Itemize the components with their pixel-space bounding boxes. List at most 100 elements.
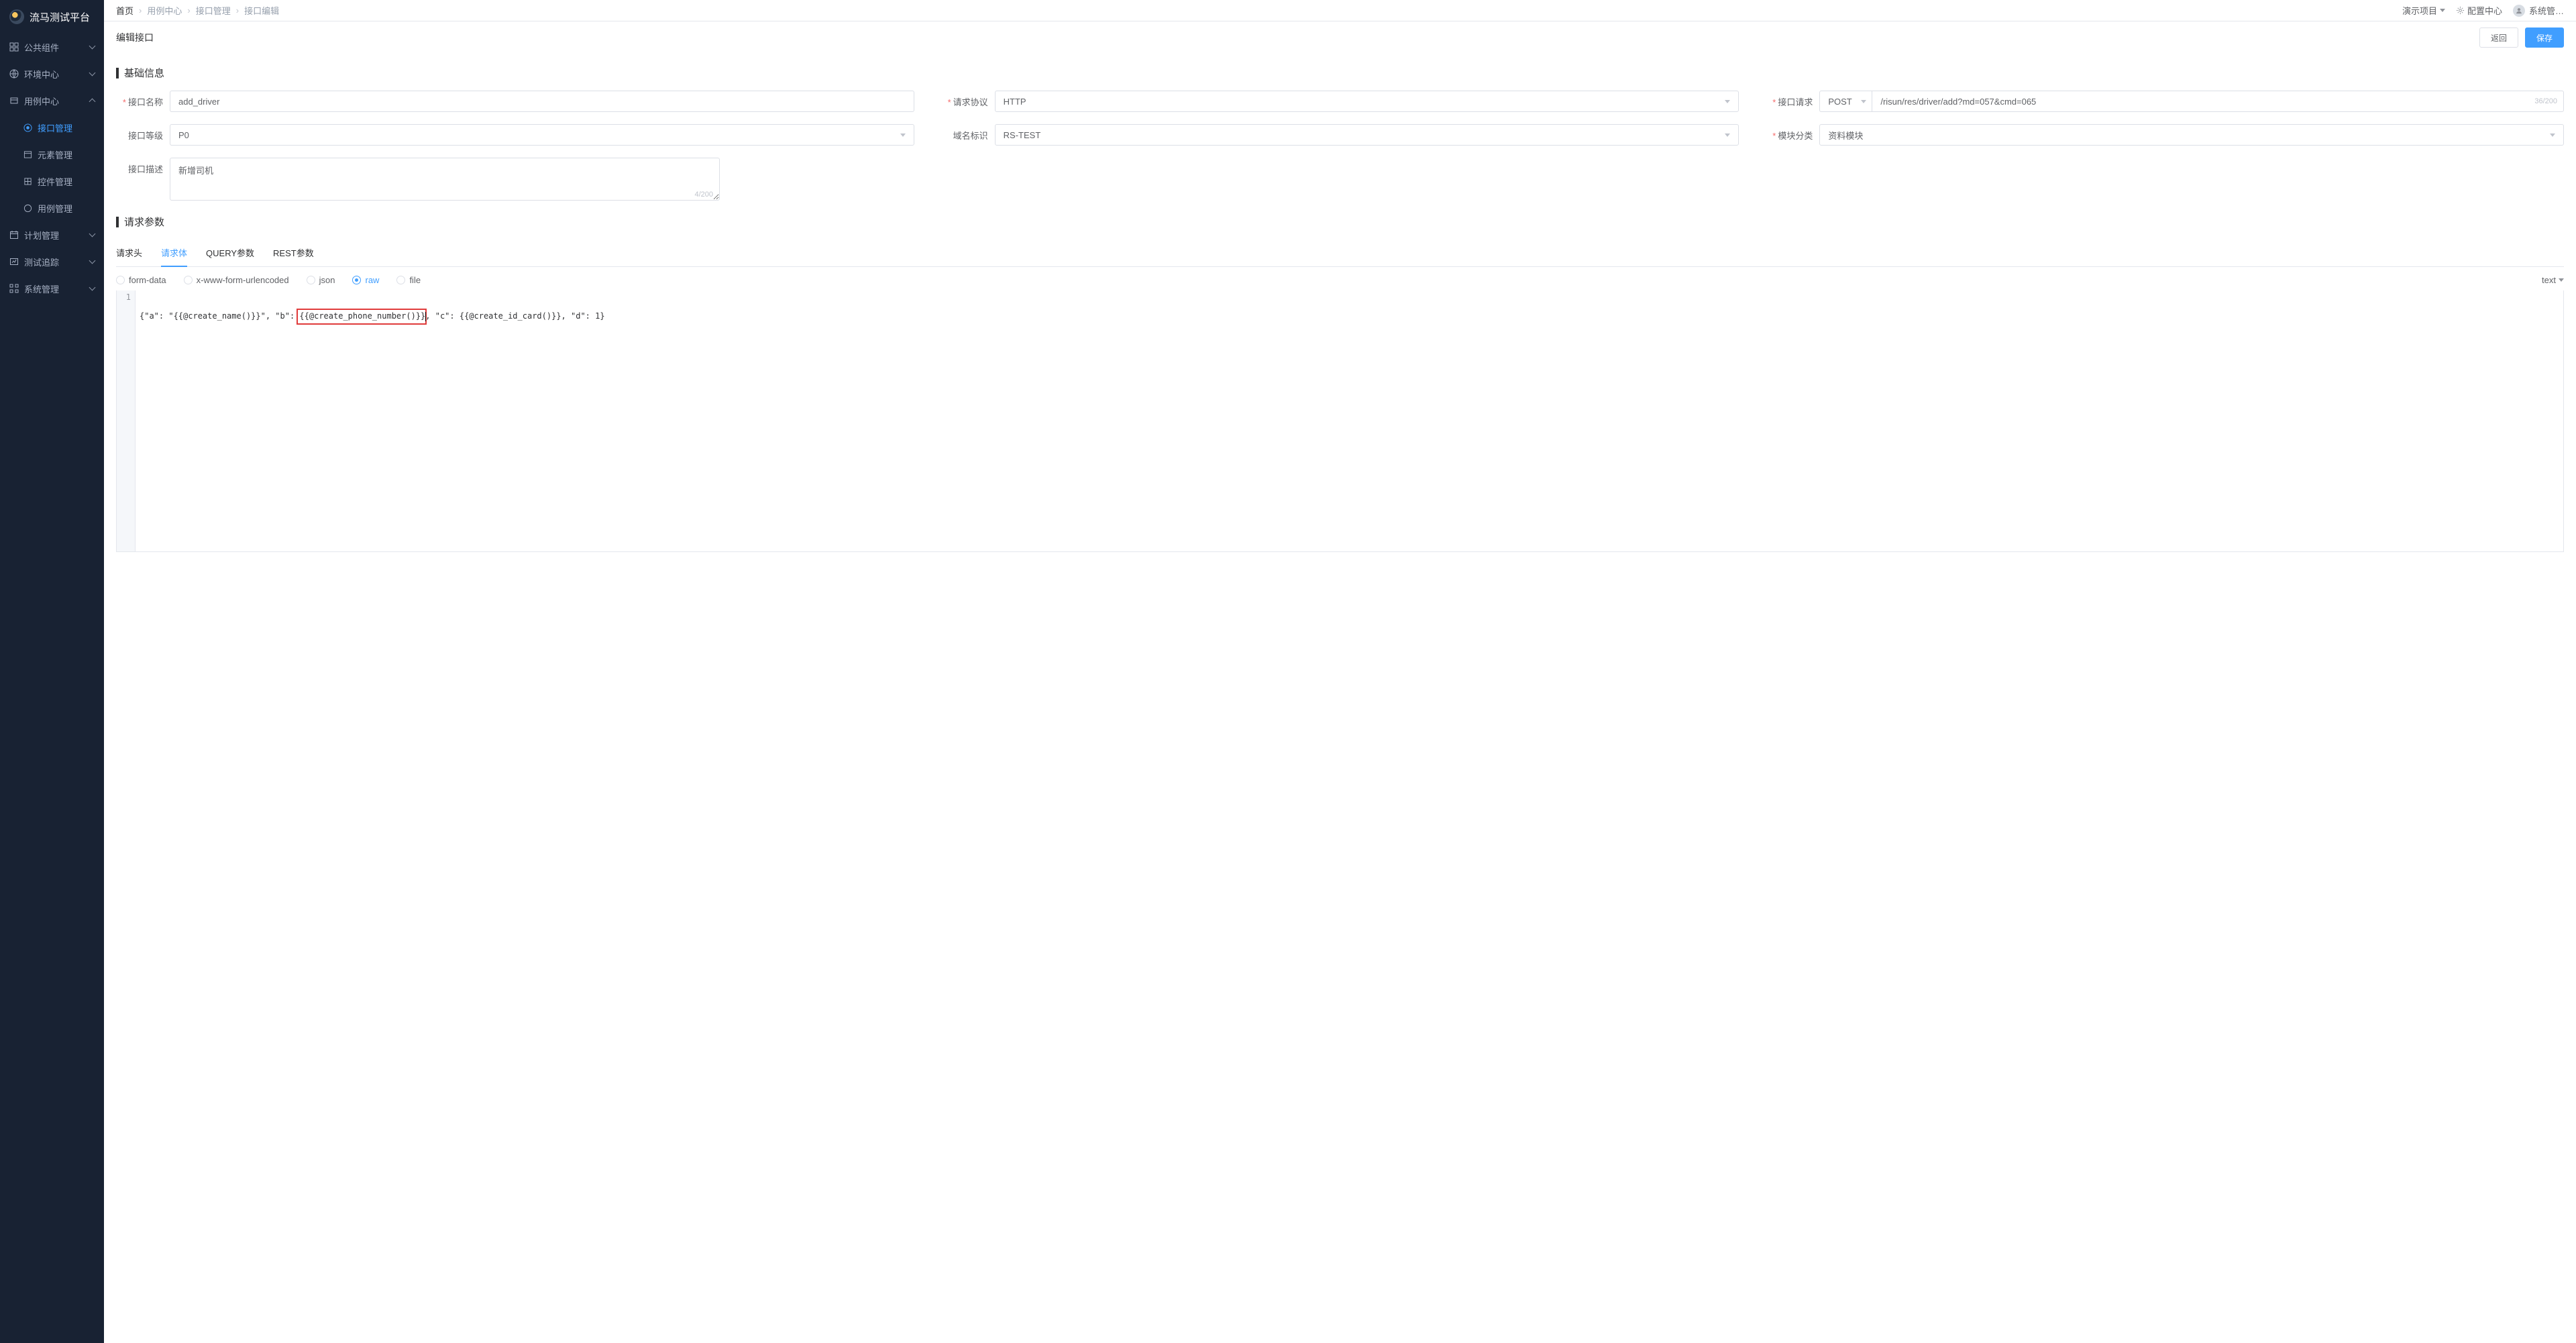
main: 首页 › 用例中心 › 接口管理 › 接口编辑 演示项目 配置中心 (104, 0, 2576, 1343)
chevron-down-icon (1725, 100, 1730, 103)
editor-code[interactable]: {"a": "{{@create_name()}}", "b": {{@crea… (136, 290, 2563, 551)
sidebar-item-case-center[interactable]: 用例中心 (0, 87, 104, 114)
name-label: 接口名称 (116, 95, 163, 108)
editor-cursor (425, 312, 426, 321)
breadcrumb-home[interactable]: 首页 (116, 4, 133, 17)
form-row-level: 接口等级 P0 (116, 124, 914, 146)
protocol-select[interactable]: HTTP (995, 91, 1739, 112)
level-select[interactable]: P0 (170, 124, 914, 146)
form-row-domain: 域名标识 RS-TEST (941, 124, 1739, 146)
config-center-link[interactable]: 配置中心 (2456, 4, 2502, 17)
content-type-select[interactable]: text (2542, 275, 2564, 285)
avatar-icon (2513, 5, 2525, 17)
sidebar-item-element-mgmt[interactable]: 元素管理 (0, 141, 104, 168)
sidebar-header: 流马测试平台 (0, 0, 104, 34)
module-select[interactable]: 资料模块 (1819, 124, 2564, 146)
radio-json[interactable]: json (307, 275, 335, 285)
chevron-down-icon (2550, 133, 2555, 137)
breadcrumb-item[interactable]: 用例中心 (147, 4, 182, 17)
radio-urlencoded[interactable]: x-www-form-urlencoded (184, 275, 289, 285)
radio-dot-icon (184, 276, 193, 284)
chevron-right-icon: › (236, 5, 239, 15)
tab-headers[interactable]: 请求头 (116, 239, 142, 267)
method-value: POST (1828, 97, 1851, 107)
topbar: 首页 › 用例中心 › 接口管理 › 接口编辑 演示项目 配置中心 (104, 0, 2576, 21)
save-button[interactable]: 保存 (2525, 28, 2564, 48)
name-input[interactable] (170, 91, 914, 112)
url-input[interactable] (1872, 91, 2564, 112)
section-request-params: 请求参数 (116, 215, 2564, 229)
sidebar-item-label: 控件管理 (38, 175, 72, 188)
desc-label: 接口描述 (116, 158, 163, 175)
raw-body-editor[interactable]: 1 {"a": "{{@create_name()}}", "b": {{@cr… (116, 290, 2564, 552)
grid-icon (9, 42, 19, 52)
window-icon (23, 150, 32, 159)
radio-dot-icon (396, 276, 405, 284)
request-label: 接口请求 (1766, 95, 1813, 108)
topbar-right: 演示项目 配置中心 系统管… (2402, 4, 2564, 17)
radio-dot-icon (307, 276, 315, 284)
back-button[interactable]: 返回 (2479, 28, 2518, 48)
tab-body[interactable]: 请求体 (161, 239, 187, 267)
calendar-icon (9, 230, 19, 239)
domain-value: RS-TEST (1004, 130, 1041, 140)
module-value: 资料模块 (1828, 129, 1863, 142)
editor-gutter: 1 (117, 290, 136, 551)
tab-query[interactable]: QUERY参数 (206, 239, 254, 267)
protocol-label: 请求协议 (941, 95, 988, 108)
doc-icon (23, 203, 32, 213)
radio-label: form-data (129, 275, 166, 285)
sidebar-item-label: 系统管理 (24, 282, 59, 295)
sidebar-item-label: 用例中心 (24, 95, 59, 107)
radio-form-data[interactable]: form-data (116, 275, 166, 285)
radio-dot-icon (352, 276, 361, 284)
chevron-right-icon: › (187, 5, 190, 15)
domain-select[interactable]: RS-TEST (995, 124, 1739, 146)
content: 基础信息 接口名称 请求协议 HTTP 接口请求 (104, 54, 2576, 1343)
form-row-protocol: 请求协议 HTTP (941, 91, 1739, 112)
method-select[interactable]: POST (1819, 91, 1872, 112)
section-basic-info: 基础信息 (116, 66, 2564, 80)
radio-label: json (319, 275, 335, 285)
sidebar-menu: 公共组件 环境中心 用例中心 接口管理 元素管理 (0, 34, 104, 302)
breadcrumb-item[interactable]: 接口管理 (196, 4, 231, 17)
track-icon (9, 257, 19, 266)
body-type-radios: form-data x-www-form-urlencoded json raw… (116, 267, 2564, 290)
user-name: 系统管… (2529, 4, 2564, 17)
sidebar-item-public-components[interactable]: 公共组件 (0, 34, 104, 60)
radio-dot-icon (116, 276, 125, 284)
sidebar-item-sys-mgmt[interactable]: 系统管理 (0, 275, 104, 302)
apps-icon (9, 284, 19, 293)
radio-raw[interactable]: raw (352, 275, 379, 285)
sidebar-item-api-mgmt[interactable]: 接口管理 (0, 114, 104, 141)
gear-icon (2456, 6, 2465, 15)
sidebar-item-test-track[interactable]: 测试追踪 (0, 248, 104, 275)
desc-char-count: 4/200 (694, 191, 713, 199)
radio-label: file (409, 275, 421, 285)
sidebar-item-label: 接口管理 (38, 121, 72, 134)
page-header: 编辑接口 返回 保存 (104, 21, 2576, 54)
chevron-right-icon: › (139, 5, 142, 15)
sidebar-item-widget-mgmt[interactable]: 控件管理 (0, 168, 104, 195)
user-menu[interactable]: 系统管… (2513, 4, 2564, 17)
sidebar-item-label: 公共组件 (24, 41, 59, 54)
radio-file[interactable]: file (396, 275, 421, 285)
sidebar-item-plan-mgmt[interactable]: 计划管理 (0, 221, 104, 248)
layers-icon (9, 96, 19, 105)
project-name: 演示项目 (2402, 4, 2437, 17)
sidebar-item-env-center[interactable]: 环境中心 (0, 60, 104, 87)
project-selector[interactable]: 演示项目 (2402, 4, 2445, 17)
code-text-prefix: {"a": "{{@create_name()}}", "b": (140, 311, 299, 321)
desc-textarea[interactable] (170, 158, 720, 201)
tab-rest[interactable]: REST参数 (273, 239, 314, 267)
sidebar-item-label: 环境中心 (24, 68, 59, 80)
url-char-count: 36/200 (2534, 97, 2557, 105)
param-tabs: 请求头 请求体 QUERY参数 REST参数 (116, 239, 2564, 267)
page-actions: 返回 保存 (2479, 28, 2564, 48)
caret-down-icon (2440, 9, 2445, 12)
code-text-highlight: {{@create_phone_number()}} (299, 311, 425, 321)
target-icon (23, 123, 32, 132)
sidebar-item-case-mgmt[interactable]: 用例管理 (0, 195, 104, 221)
sidebar-submenu-case-center: 接口管理 元素管理 控件管理 用例管理 (0, 114, 104, 221)
breadcrumb: 首页 › 用例中心 › 接口管理 › 接口编辑 (116, 4, 279, 17)
